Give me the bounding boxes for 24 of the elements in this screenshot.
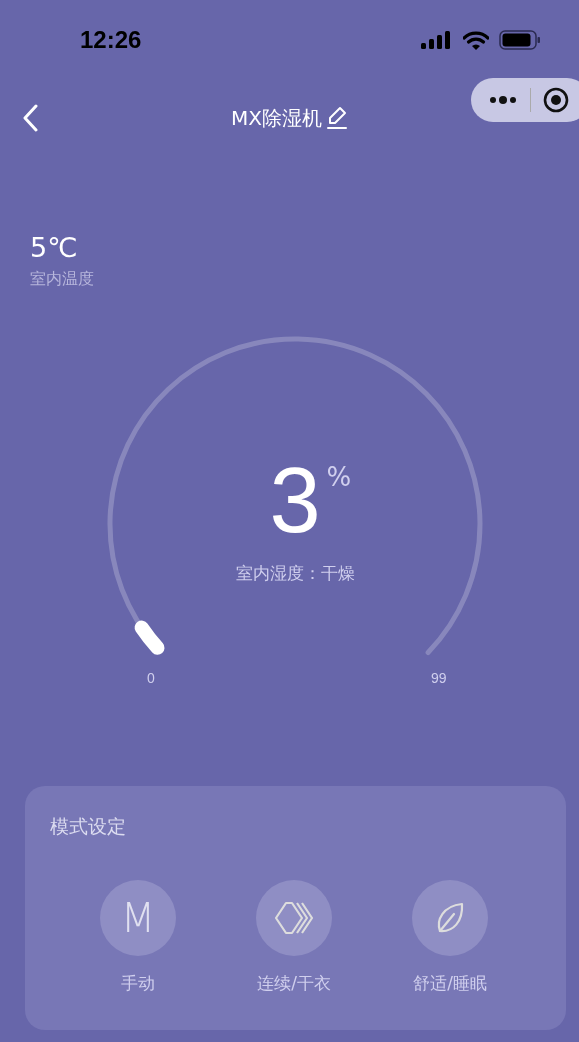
temperature-value: 5℃ [30, 232, 79, 263]
more-icon[interactable] [489, 96, 517, 104]
temperature-label: 室内温度 [30, 269, 95, 290]
edit-icon[interactable] [326, 106, 348, 130]
mode-label: 手动 [121, 972, 155, 995]
gauge-min-label: 0 [147, 670, 155, 686]
mode-label: 舒适/睡眠 [413, 972, 487, 995]
leaf-icon [435, 902, 465, 934]
gauge-thumb[interactable] [134, 620, 165, 655]
status-time: 12:26 [80, 26, 142, 54]
mode-label: 连续/干衣 [257, 972, 331, 995]
battery-icon [499, 30, 541, 50]
humidity-unit: % [326, 462, 352, 492]
gauge-max-label: 99 [431, 670, 447, 686]
close-target-icon[interactable] [543, 87, 569, 113]
humidity-value: 3 [269, 449, 321, 551]
device-title: MX除湿机 [231, 104, 322, 132]
mode-button[interactable]: M [100, 880, 176, 956]
back-icon[interactable] [22, 104, 38, 132]
panel-title: 模式设定 [50, 814, 127, 839]
chevron-layers-icon [274, 901, 314, 935]
signal-icon [421, 31, 453, 49]
wifi-icon [463, 30, 489, 50]
humidity-status: 室内湿度：干燥 [235, 562, 355, 585]
